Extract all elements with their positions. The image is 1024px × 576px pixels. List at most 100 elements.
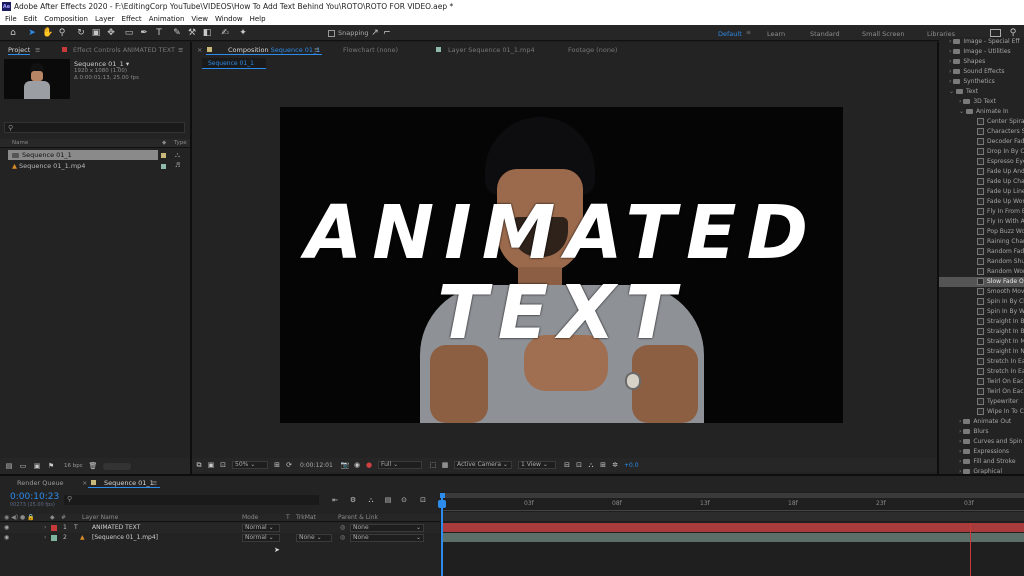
workspace-learn[interactable]: Learn xyxy=(767,30,785,38)
camera-dropdown[interactable]: Active Camera ⌄ xyxy=(454,461,512,469)
workspace-panel-icon[interactable] xyxy=(990,29,1001,37)
effects-preset-item[interactable]: Characters Sc xyxy=(977,127,1024,137)
effects-preset-item[interactable]: Stretch In Ea xyxy=(977,367,1024,377)
effect-controls-menu-icon[interactable]: ≡ xyxy=(178,46,183,54)
effects-preset-item[interactable]: Stretch In Ea xyxy=(977,357,1024,367)
tab-flowchart[interactable]: Flowchart (none) xyxy=(343,46,398,54)
effects-preset-item[interactable]: Straight In B xyxy=(977,327,1024,337)
menu-effect[interactable]: Effect xyxy=(122,15,142,23)
effects-preset-item[interactable]: Spin In By Ch xyxy=(977,297,1024,307)
show-snapshot-icon[interactable]: ◉ xyxy=(352,460,362,470)
layer-1-name[interactable]: ANIMATED TEXT xyxy=(92,524,140,531)
region-icon[interactable]: ▣ xyxy=(206,460,216,470)
eraser-tool-icon[interactable]: ◧ xyxy=(202,28,212,38)
effects-preset-item[interactable]: Fade Up Cha xyxy=(977,177,1024,187)
effects-preset-item[interactable]: Random Wor xyxy=(977,267,1024,277)
menu-composition[interactable]: Composition xyxy=(44,15,88,23)
always-preview-icon[interactable]: ⧉ xyxy=(194,460,204,470)
exposure-value[interactable]: +0.0 xyxy=(624,462,639,469)
bpc-label[interactable]: 16 bpc xyxy=(64,463,83,469)
workspace-default[interactable]: Default xyxy=(718,30,742,38)
effects-preset-item[interactable]: Straight In B xyxy=(977,317,1024,327)
mask-visibility-icon[interactable]: ⊡ xyxy=(218,460,228,470)
layer-2-label-color[interactable] xyxy=(51,535,57,541)
effects-preset-item[interactable]: Decoder Fade xyxy=(977,137,1024,147)
effects-preset-item[interactable]: Smooth Move xyxy=(977,287,1024,297)
roto-brush-tool-icon[interactable]: ✍ xyxy=(220,28,230,38)
col-type[interactable]: Type xyxy=(174,140,187,146)
project-row-sequence[interactable]: Sequence 01_1 xyxy=(12,151,72,159)
workspace-standard[interactable]: Standard xyxy=(810,30,840,38)
toggle-pixel-icon[interactable]: ⊟ xyxy=(562,460,572,470)
rotate-tool-icon[interactable]: ↻ xyxy=(76,28,86,38)
menu-edit[interactable]: Edit xyxy=(24,15,38,23)
layer-2-visibility-icon[interactable]: ◉ xyxy=(4,534,9,541)
puppet-tool-icon[interactable]: ✦ xyxy=(238,28,248,38)
comp-mini-flowchart-icon[interactable]: ⇤ xyxy=(330,495,340,505)
layer-1-expand-icon[interactable]: › xyxy=(44,524,46,531)
effects-preset-item[interactable]: Slow Fade O xyxy=(939,277,1024,287)
menu-view[interactable]: View xyxy=(191,15,208,23)
col-layer-name[interactable]: Layer Name xyxy=(82,514,118,521)
snap-edges-icon[interactable]: ⌐ xyxy=(382,28,392,38)
layer-1-label-color[interactable] xyxy=(51,525,57,531)
effects-folder-item[interactable]: › Graphical xyxy=(959,467,1024,474)
clone-stamp-tool-icon[interactable]: ⚒ xyxy=(187,28,197,38)
effects-preset-item[interactable]: Twirl On Eac xyxy=(977,387,1024,397)
hand-tool-icon[interactable]: ✋ xyxy=(42,28,53,38)
menu-help[interactable]: Help xyxy=(250,15,266,23)
effects-preset-item[interactable]: Espresso Eye xyxy=(977,157,1024,167)
layer-2-mode-dropdown[interactable]: Normal ⌄ xyxy=(242,534,280,542)
menu-file[interactable]: File xyxy=(5,15,17,23)
snapping-options-icon[interactable]: ↗ xyxy=(370,28,380,38)
effects-folder-item[interactable]: › Synthetics xyxy=(949,77,1024,87)
tab-composition[interactable]: Composition Sequence 01_1 xyxy=(228,46,320,54)
thumbnail-slider[interactable] xyxy=(103,463,131,470)
effects-folder-item[interactable]: ⌄ Animate In xyxy=(959,107,1024,117)
effects-folder-item[interactable]: › 3D Text xyxy=(959,97,1024,107)
effects-folder-item[interactable]: › Image - Special Eff xyxy=(949,37,1024,47)
tab-sequence[interactable]: Sequence 01_1 xyxy=(104,479,154,487)
effects-preset-item[interactable]: Fade Up Line xyxy=(977,187,1024,197)
effects-preset-item[interactable]: Straight In N xyxy=(977,347,1024,357)
tab-footage[interactable]: Footage (none) xyxy=(568,46,617,54)
layer-row-2[interactable]: ◉ › 2 ▲ [Sequence 01_1.mp4] Normal ⌄ Non… xyxy=(0,533,440,543)
region-of-interest-icon[interactable]: ⬚ xyxy=(428,460,438,470)
motion-blur-icon[interactable]: ⊙ xyxy=(399,495,409,505)
layer-1-mode-dropdown[interactable]: Normal ⌄ xyxy=(242,524,280,532)
adjust-project-settings-icon[interactable]: ⚑ xyxy=(46,461,56,471)
effects-preset-item[interactable]: Spin In By W xyxy=(977,307,1024,317)
brush-tool-icon[interactable]: ✎ xyxy=(172,28,182,38)
fast-previews-icon[interactable]: ⊞ xyxy=(598,460,608,470)
effects-preset-item[interactable]: Fade Up And xyxy=(977,167,1024,177)
snapshot-icon[interactable]: 📷 xyxy=(340,460,350,470)
selection-tool-icon[interactable]: ➤ xyxy=(27,28,37,38)
current-time-display[interactable]: 0:00:10:23 xyxy=(10,492,59,502)
project-row-footage-label-color[interactable] xyxy=(161,164,166,169)
viewer-timecode[interactable]: 0:00:12:01 xyxy=(300,462,333,469)
project-row-footage[interactable]: ▲ Sequence 01_1.mp4 xyxy=(12,162,85,170)
tab-render-queue[interactable]: Render Queue xyxy=(17,479,64,487)
sub-tab-sequence[interactable]: Sequence 01_1 xyxy=(202,58,266,69)
3d-view-icon[interactable]: ⊡ xyxy=(574,460,584,470)
close-tab-icon[interactable]: × xyxy=(197,46,202,54)
menu-window[interactable]: Window xyxy=(215,15,243,23)
time-ruler[interactable]: 03f 08f 13f 18f 23f 03f xyxy=(442,499,1024,511)
interpret-footage-icon[interactable]: ▤ xyxy=(4,461,14,471)
col-mode[interactable]: Mode xyxy=(242,514,258,521)
type-tool-icon[interactable]: T xyxy=(154,28,164,38)
flowchart-icon[interactable]: ⛬ xyxy=(586,460,596,470)
pen-tool-icon[interactable]: ✒ xyxy=(139,28,149,38)
col-trkmat[interactable]: TrkMat xyxy=(296,514,316,521)
tab-effect-controls[interactable]: Effect Controls ANIMATED TEXT xyxy=(73,46,175,54)
effects-preset-item[interactable]: Center Spiral xyxy=(977,117,1024,127)
composition-viewer[interactable]: ANIMATED TEXT xyxy=(280,107,843,423)
project-item-name[interactable]: Sequence 01_1 ▾ xyxy=(74,60,129,68)
col-name[interactable]: Name xyxy=(12,140,28,146)
effects-preset-item[interactable]: Drop In By Ch xyxy=(977,147,1024,157)
col-parent[interactable]: Parent & Link xyxy=(338,514,378,521)
effects-preset-item[interactable]: Fly In From B xyxy=(977,207,1024,217)
menu-layer[interactable]: Layer xyxy=(95,15,115,23)
effects-preset-item[interactable]: Wipe In To Ce xyxy=(977,407,1024,417)
frame-blending-icon[interactable]: ▤ xyxy=(383,495,393,505)
